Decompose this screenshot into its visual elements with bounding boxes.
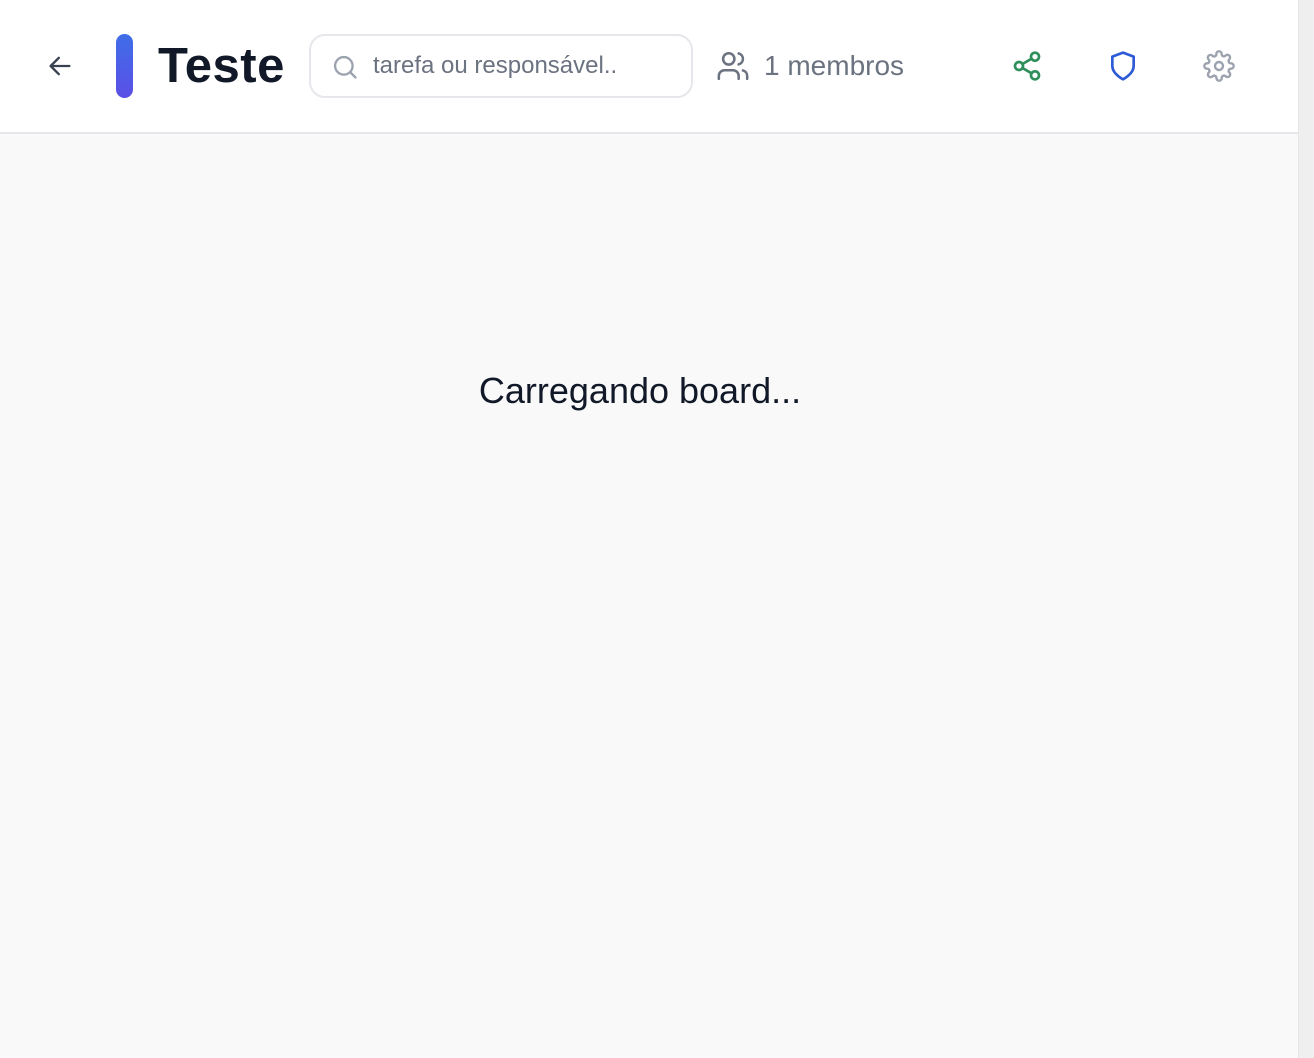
- app-window: Teste 1 membros: [0, 0, 1298, 1058]
- search-icon: [333, 55, 357, 79]
- search-input[interactable]: [373, 46, 673, 86]
- board-color-indicator: [116, 34, 133, 98]
- vertical-scrollbar[interactable]: [1298, 0, 1314, 1058]
- search-box[interactable]: [309, 34, 693, 98]
- shield-icon: [1111, 51, 1135, 81]
- board-header: Teste 1 membros: [0, 0, 1298, 134]
- settings-button[interactable]: [1197, 44, 1241, 88]
- arrow-left-icon: [49, 56, 71, 76]
- permissions-button[interactable]: [1101, 44, 1145, 88]
- users-icon: [717, 51, 749, 81]
- members-count-label: 1 membros: [764, 50, 905, 81]
- board-title: Teste: [158, 39, 285, 93]
- share-button[interactable]: [1005, 44, 1049, 88]
- share-icon: [1013, 51, 1041, 81]
- loading-message: Carregando board...: [478, 370, 802, 411]
- gear-icon: [1203, 50, 1235, 82]
- back-button[interactable]: [40, 46, 80, 86]
- members-button[interactable]: 1 membros: [716, 46, 904, 86]
